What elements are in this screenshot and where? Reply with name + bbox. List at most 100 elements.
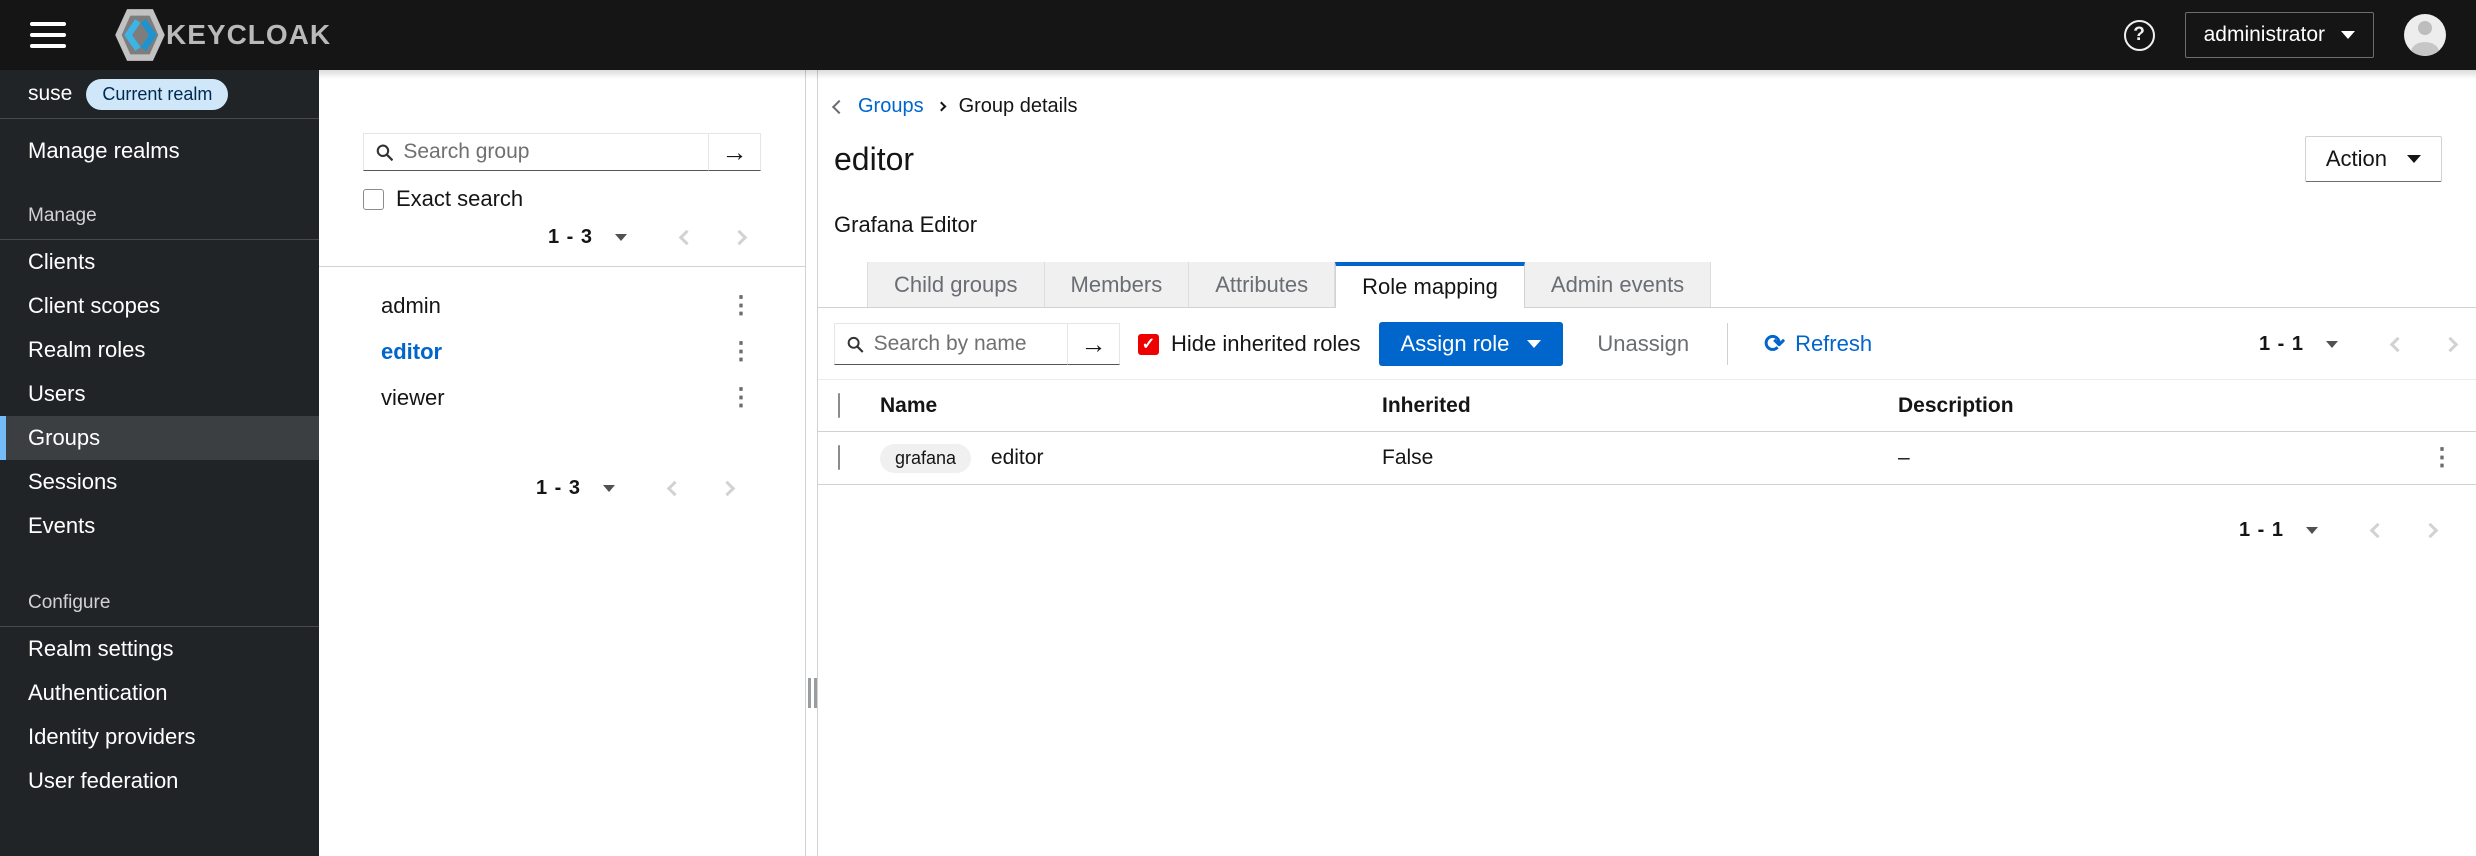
check-icon: ✓ xyxy=(1141,336,1156,353)
sidebar-item-client-scopes[interactable]: Client scopes xyxy=(0,284,319,328)
role-search-submit-button[interactable]: → xyxy=(1067,324,1119,365)
groups-pagination-top: 1 - 3 xyxy=(319,222,805,252)
sidebar-item-user-federation[interactable]: User federation xyxy=(0,759,319,803)
sidebar-item-groups[interactable]: Groups xyxy=(0,416,319,460)
groups-pagination-bottom: 1 - 3 xyxy=(319,473,805,503)
kebab-menu-icon[interactable]: ⋮ xyxy=(2430,444,2454,471)
sidebar-item-manage-realms[interactable]: Manage realms xyxy=(0,127,319,175)
group-list: admin ⋮ editor ⋮ viewer ⋮ xyxy=(319,283,805,421)
kebab-menu-icon[interactable]: ⋮ xyxy=(729,386,753,410)
roles-pagination-top: 1 - 1 xyxy=(2258,329,2459,359)
sidebar-item-realm-roles[interactable]: Realm roles xyxy=(0,328,319,372)
pagination-options-toggle[interactable] xyxy=(2306,521,2318,539)
sidebar-item-realm-settings[interactable]: Realm settings xyxy=(0,627,319,671)
previous-page-icon[interactable] xyxy=(2369,522,2386,538)
role-inherited: False xyxy=(1382,431,1898,485)
resize-grip-handle[interactable] xyxy=(808,678,817,708)
list-item: viewer ⋮ xyxy=(319,375,805,421)
pagination-range: 1 - 3 xyxy=(535,476,581,499)
divider xyxy=(1727,323,1729,365)
tab-child-groups[interactable]: Child groups xyxy=(867,262,1045,307)
role-description: – xyxy=(1898,431,2430,485)
exact-search-label: Exact search xyxy=(396,186,524,211)
group-search-control: → xyxy=(363,133,761,171)
next-page-icon[interactable] xyxy=(731,229,748,245)
refresh-button[interactable]: ⟳ Refresh xyxy=(1764,331,1872,357)
nav-section-configure: Configure xyxy=(28,592,111,613)
group-link-admin[interactable]: admin xyxy=(381,293,441,319)
search-icon xyxy=(376,144,394,161)
group-search-submit-button[interactable]: → xyxy=(708,134,760,171)
previous-page-icon[interactable] xyxy=(678,229,695,245)
sidebar-nav: suse Current realm Manage realms Manage … xyxy=(0,70,319,856)
keycloak-logo: KEYCLOAK xyxy=(108,7,331,63)
column-header-inherited: Inherited xyxy=(1382,379,1898,432)
role-search-input[interactable] xyxy=(873,332,1055,356)
search-icon xyxy=(847,336,864,353)
tab-admin-events[interactable]: Admin events xyxy=(1524,262,1712,307)
current-realm-row[interactable]: suse Current realm xyxy=(0,70,319,119)
avatar[interactable] xyxy=(2404,14,2446,56)
breadcrumb-back-icon[interactable] xyxy=(831,99,847,114)
assign-role-button[interactable]: Assign role xyxy=(1378,322,1564,366)
arrow-right-icon: → xyxy=(1080,328,1107,359)
roles-pagination-bottom: 1 - 1 xyxy=(2238,515,2439,545)
sidebar-item-sessions[interactable]: Sessions xyxy=(0,460,319,504)
list-item: editor ⋮ xyxy=(319,329,805,375)
kebab-menu-icon[interactable]: ⋮ xyxy=(729,294,753,318)
column-header-name: Name xyxy=(880,379,1382,432)
chevron-down-icon xyxy=(2407,155,2421,163)
help-icon[interactable]: ? xyxy=(2123,19,2155,51)
sidebar-item-authentication[interactable]: Authentication xyxy=(0,671,319,715)
hide-inherited-roles-checkbox[interactable]: ✓ xyxy=(1138,333,1159,355)
page-title: editor xyxy=(834,141,915,177)
action-dropdown-button[interactable]: Action xyxy=(2304,136,2442,182)
role-mapping-toolbar: → ✓ Hide inherited roles Assign role Una… xyxy=(834,322,2459,366)
sidebar-item-events[interactable]: Events xyxy=(0,504,319,548)
pagination-options-toggle[interactable] xyxy=(615,228,627,246)
arrow-right-icon: → xyxy=(721,136,748,167)
user-menu-dropdown[interactable]: administrator xyxy=(2184,12,2374,58)
exact-search-checkbox[interactable] xyxy=(363,188,384,210)
group-link-editor[interactable]: editor xyxy=(381,339,442,365)
panel-resize-gutter xyxy=(806,70,817,856)
tab-bar: Child groups Members Attributes Role map… xyxy=(818,262,2476,308)
unassign-button[interactable]: Unassign xyxy=(1597,331,1689,357)
group-link-viewer[interactable]: viewer xyxy=(381,385,445,411)
breadcrumb-link-groups[interactable]: Groups xyxy=(858,95,924,118)
breadcrumb-separator-icon xyxy=(936,101,947,112)
current-realm-badge: Current realm xyxy=(86,78,229,110)
previous-page-icon[interactable] xyxy=(2389,336,2406,352)
select-all-checkbox[interactable] xyxy=(838,392,840,418)
chevron-down-icon xyxy=(2341,31,2355,39)
nav-toggle-icon[interactable] xyxy=(30,22,66,48)
groups-panel: → Exact search 1 - 3 admin ⋮ xyxy=(319,70,806,856)
user-menu-label: administrator xyxy=(2203,23,2325,46)
pagination-options-toggle[interactable] xyxy=(603,479,615,497)
group-search-input[interactable] xyxy=(403,140,696,164)
keycloak-logo-icon xyxy=(115,9,165,61)
hide-inherited-roles-label: Hide inherited roles xyxy=(1171,331,1361,356)
next-page-icon[interactable] xyxy=(2442,336,2459,352)
list-item: admin ⋮ xyxy=(319,283,805,329)
sidebar-item-identity-providers[interactable]: Identity providers xyxy=(0,715,319,759)
pagination-options-toggle[interactable] xyxy=(2326,335,2338,353)
refresh-icon: ⟳ xyxy=(1764,329,1786,358)
kebab-menu-icon[interactable]: ⋮ xyxy=(729,340,753,364)
next-page-icon[interactable] xyxy=(2422,522,2439,538)
previous-page-icon[interactable] xyxy=(666,480,683,496)
role-name: editor xyxy=(990,445,1044,469)
pagination-range: 1 - 1 xyxy=(2258,332,2304,355)
tab-role-mapping[interactable]: Role mapping xyxy=(1335,262,1525,308)
pagination-range: 1 - 3 xyxy=(547,225,593,248)
pagination-range: 1 - 1 xyxy=(2238,518,2284,541)
sidebar-item-clients[interactable]: Clients xyxy=(0,240,319,284)
row-select-checkbox[interactable] xyxy=(838,445,840,470)
tab-attributes[interactable]: Attributes xyxy=(1189,262,1336,307)
breadcrumb-current: Group details xyxy=(958,95,1078,117)
tab-members[interactable]: Members xyxy=(1044,262,1190,307)
chevron-down-icon xyxy=(1527,340,1542,348)
next-page-icon[interactable] xyxy=(719,480,736,496)
group-details-main: Groups Group details editor Action Grafa… xyxy=(817,70,2476,856)
sidebar-item-users[interactable]: Users xyxy=(0,372,319,416)
